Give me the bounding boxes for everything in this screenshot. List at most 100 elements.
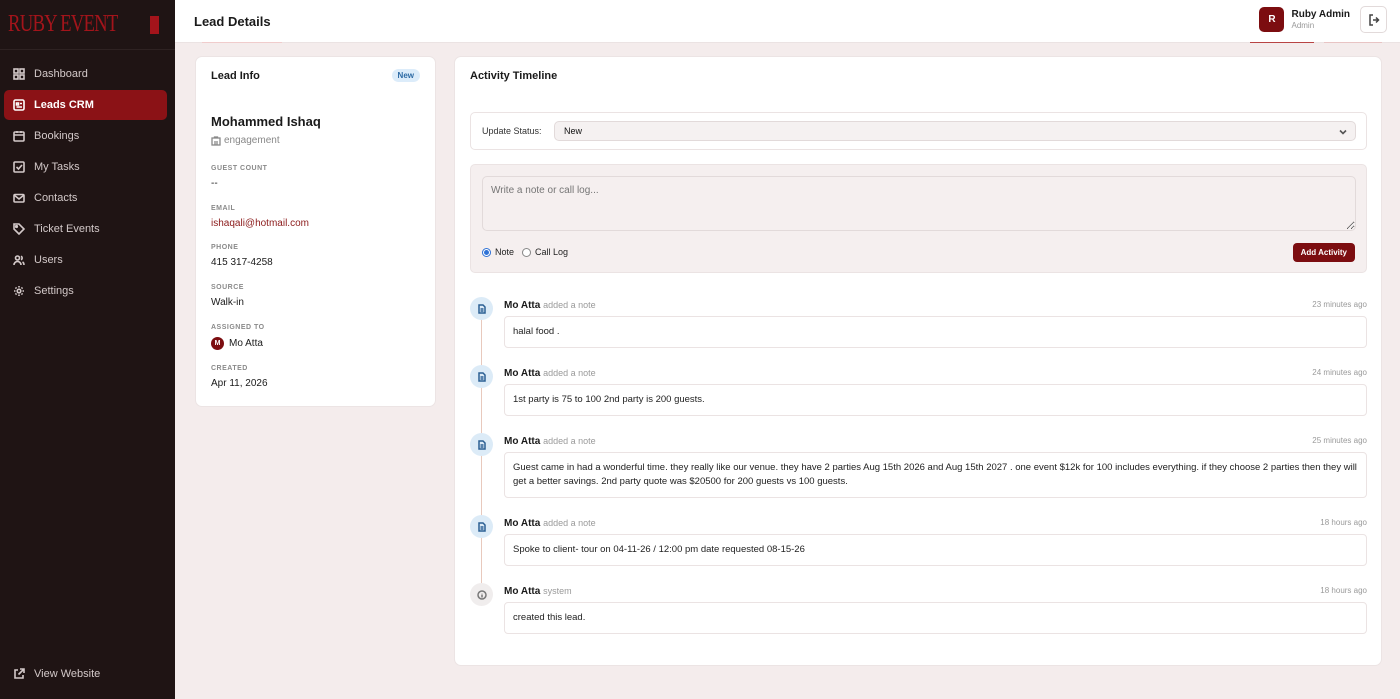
entry-time: 23 minutes ago: [1312, 300, 1367, 309]
status-select-value: New: [564, 126, 583, 136]
status-label: Update Status:: [482, 126, 542, 136]
view-website-label: View Website: [34, 668, 101, 680]
entry-header: Mo Atta system: [504, 586, 572, 597]
tag-icon: [13, 223, 25, 235]
sidebar-item-label: Dashboard: [34, 68, 88, 80]
entry-time: 24 minutes ago: [1312, 368, 1367, 377]
logout-icon: [1368, 13, 1380, 26]
entry-author: Mo Atta: [504, 300, 541, 311]
checkbox-icon: [13, 161, 25, 173]
add-activity-button[interactable]: Add Activity: [1292, 243, 1355, 262]
sidebar-item-leads-crm[interactable]: Leads CRM: [4, 90, 167, 120]
building-icon: [211, 135, 221, 146]
field-label: GUEST COUNT: [211, 165, 268, 172]
page-title: Lead Details: [194, 14, 271, 29]
sidebar-item-dashboard[interactable]: Dashboard: [4, 59, 167, 89]
document-icon: [470, 515, 493, 538]
phone-field: PHONE 415 317-4258: [211, 244, 273, 268]
sidebar-item-my-tasks[interactable]: My Tasks: [4, 152, 167, 182]
created-field: CREATED Apr 11, 2026: [211, 365, 268, 389]
sidebar-item-label: Leads CRM: [34, 99, 94, 111]
field-value: M Mo Atta: [211, 337, 265, 350]
card-title: Activity Timeline: [470, 70, 558, 82]
field-value: --: [211, 178, 218, 189]
user-role: Admin: [1291, 21, 1315, 30]
field-value: Apr 11, 2026: [211, 378, 268, 389]
sidebar-item-settings[interactable]: Settings: [4, 276, 167, 306]
info-icon: [470, 583, 493, 606]
field-label: EMAIL: [211, 205, 236, 212]
view-website-link[interactable]: View Website: [4, 659, 167, 689]
entry-author: Mo Atta: [504, 368, 541, 379]
top-header: Lead Details R Ruby Admin Admin: [175, 0, 1400, 43]
radio-note-label: Note: [495, 247, 515, 257]
entry-action: system: [543, 586, 572, 596]
document-icon: [470, 297, 493, 320]
entry-header: Mo Atta added a note: [504, 368, 596, 379]
logout-button[interactable]: [1360, 6, 1387, 33]
sidebar-item-label: Settings: [34, 285, 74, 297]
status-select[interactable]: New: [554, 121, 1356, 141]
lead-name: Mohammed Ishaq: [211, 114, 321, 129]
entry-action: added a note: [543, 368, 596, 378]
guest-count-field: GUEST COUNT --: [211, 165, 267, 189]
update-status-box: Update Status: New: [470, 112, 1367, 150]
chevron-down-icon: [1339, 129, 1347, 135]
assigned-to-field: ASSIGNED TO M Mo Atta: [211, 324, 265, 350]
header-accent-line: [1324, 42, 1382, 43]
sidebar-item-ticket-events[interactable]: Ticket Events: [4, 214, 167, 244]
field-label: SOURCE: [211, 284, 244, 291]
users-icon: [13, 254, 25, 266]
source-field: SOURCE Walk-in: [211, 284, 244, 308]
lead-card-icon: [13, 99, 25, 111]
sidebar-item-label: Bookings: [34, 130, 80, 142]
sidebar-item-bookings[interactable]: Bookings: [4, 121, 167, 151]
entry-header: Mo Atta added a note: [504, 436, 596, 447]
entry-time: 25 minutes ago: [1312, 436, 1367, 445]
field-value: 415 317-4258: [211, 257, 273, 268]
field-label: ASSIGNED TO: [211, 324, 265, 331]
field-label: CREATED: [211, 365, 248, 372]
sidebar-item-label: My Tasks: [34, 161, 80, 173]
entry-header: Mo Atta added a note: [504, 300, 596, 311]
entry-body: halal food .: [504, 316, 1367, 348]
entry-time: 18 hours ago: [1320, 518, 1367, 527]
field-label: PHONE: [211, 244, 239, 251]
entry-body: Spoke to client- tour on 04-11-26 / 12:0…: [504, 534, 1367, 566]
sidebar-item-contacts[interactable]: Contacts: [4, 183, 167, 213]
sidebar-bottom: View Website: [4, 659, 167, 689]
activity-type-radios: Note Call Log: [482, 247, 576, 257]
entry-body: Guest came in had a wonderful time. they…: [504, 452, 1367, 498]
entry-action: added a note: [543, 518, 596, 528]
radio-call-log[interactable]: [522, 247, 532, 257]
entry-body: 1st party is 75 to 100 2nd party is 200 …: [504, 384, 1367, 416]
sidebar-nav: Dashboard Leads CRM Bookings My Tasks Co…: [0, 50, 175, 306]
event-type-label: engagement: [224, 135, 280, 146]
field-value: Walk-in: [211, 297, 244, 308]
email-link[interactable]: ishaqali@hotmail.com: [211, 218, 309, 229]
logo-text: RUBY EVENT: [8, 11, 118, 37]
radio-call-log-label: Call Log: [535, 247, 569, 257]
sidebar-item-label: Users: [34, 254, 63, 266]
sidebar-item-users[interactable]: Users: [4, 245, 167, 275]
grid-icon: [13, 68, 25, 80]
document-icon: [470, 365, 493, 388]
entry-author: Mo Atta: [504, 518, 541, 529]
sidebar-item-label: Ticket Events: [34, 223, 100, 235]
avatar: M: [211, 337, 224, 350]
header-accent-line: [202, 42, 282, 43]
user-name: Ruby Admin: [1291, 9, 1350, 20]
lead-info-card: Lead Info New Mohammed Ishaq engagement …: [195, 56, 436, 407]
logo-mark: [150, 15, 160, 34]
mail-icon: [13, 192, 25, 204]
entry-header: Mo Atta added a note: [504, 518, 596, 529]
entry-author: Mo Atta: [504, 436, 541, 447]
activity-timeline-card: Activity Timeline Update Status: New Not…: [454, 56, 1382, 666]
gear-icon: [13, 285, 25, 297]
brand-logo[interactable]: RUBY EVENT: [0, 0, 175, 50]
status-badge: New: [391, 69, 420, 82]
entry-time: 18 hours ago: [1320, 586, 1367, 595]
radio-note[interactable]: [482, 247, 491, 257]
note-textarea[interactable]: [482, 176, 1356, 231]
avatar[interactable]: R: [1259, 7, 1285, 32]
